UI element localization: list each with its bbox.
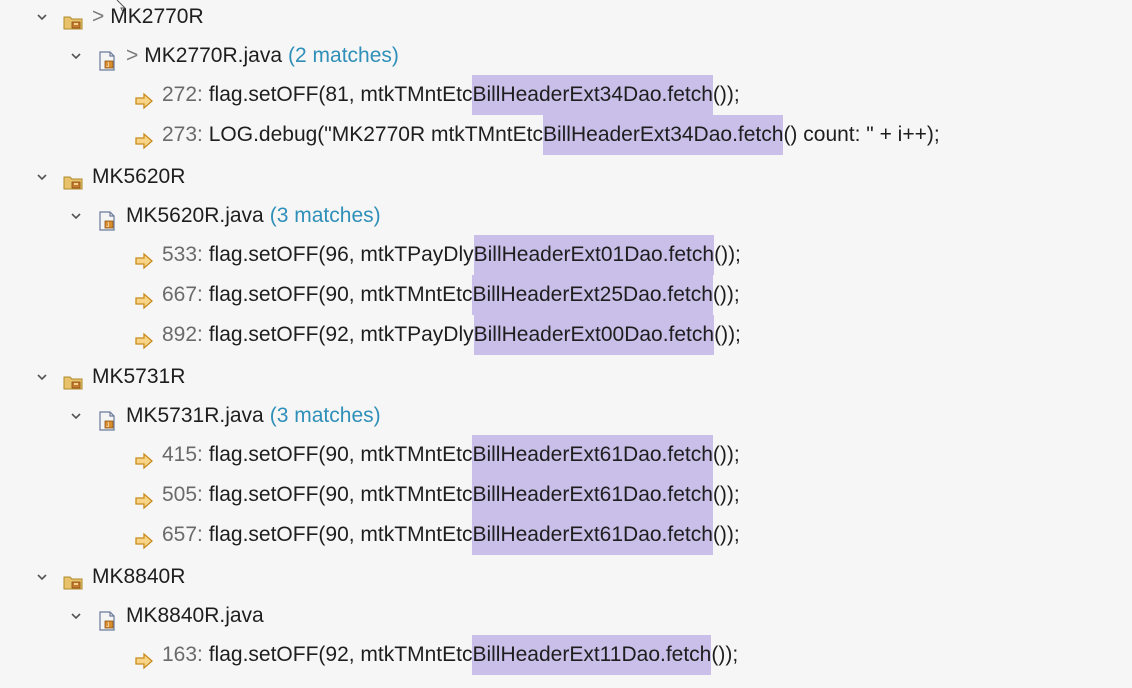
match-line[interactable]: 667: flag.setOFF(90, mtkTMntEtc BillHeade…: [134, 275, 740, 315]
code-before-match: flag.setOFF(90, mtkTMntEtc: [208, 483, 473, 506]
svg-text:J: J: [106, 223, 109, 229]
svg-text:J: J: [106, 63, 109, 69]
code-before-match: flag.setOFF(90, mtkTMntEtc: [208, 523, 473, 546]
chevron-down-icon[interactable]: [68, 196, 84, 236]
code-after-match: ());: [714, 243, 741, 266]
package-icon: [62, 167, 84, 190]
match-highlight: BillHeaderExt61Dao.fetch: [472, 435, 713, 475]
file-row[interactable]: J MK8840R.java: [68, 596, 264, 636]
file-name: MK5620R.java: [126, 204, 264, 227]
chevron-down-icon[interactable]: [68, 36, 84, 76]
match-line[interactable]: 533: flag.setOFF(96, mtkTPayDly BillHeade…: [134, 235, 741, 275]
line-number: 533:: [162, 243, 203, 266]
match-arrow-icon: [134, 245, 154, 270]
match-highlight: BillHeaderExt34Dao.fetch: [472, 75, 713, 115]
code-before-match: flag.setOFF(90, mtkTMntEtc: [208, 283, 473, 306]
match-line[interactable]: 272: flag.setOFF(81, mtkTMntEtc BillHeade…: [134, 75, 740, 115]
file-row[interactable]: J MK5620R.java (3 matches): [68, 196, 381, 236]
file-row[interactable]: J MK5731R.java (3 matches): [68, 396, 381, 436]
match-arrow-icon: [134, 325, 154, 350]
package-name: MK5731R: [92, 365, 186, 388]
dirty-marker: >: [92, 5, 105, 28]
chevron-down-icon[interactable]: [68, 396, 84, 436]
package-name: MK8840R: [92, 565, 186, 588]
match-arrow-icon: [134, 485, 154, 510]
chevron-down-icon[interactable]: [34, 557, 50, 597]
code-before-match: flag.setOFF(92, mtkTMntEtc: [208, 643, 473, 666]
line-number: 273:: [162, 123, 203, 146]
chevron-down-icon[interactable]: [34, 157, 50, 197]
match-arrow-icon: [134, 85, 154, 110]
match-arrow-icon: [134, 645, 154, 670]
code-before-match: flag.setOFF(96, mtkTPayDly: [208, 243, 474, 266]
match-highlight: BillHeaderExt34Dao.fetch: [542, 115, 784, 155]
match-count: (2 matches): [288, 44, 399, 67]
match-count: (3 matches): [269, 204, 381, 227]
line-number: 505:: [162, 483, 203, 506]
match-count: (3 matches): [269, 404, 381, 427]
code-after-match: ());: [712, 283, 740, 306]
code-before-match: LOG.debug("MK2770R mtkTMntEtc: [208, 123, 543, 146]
file-name: MK8840R.java: [126, 604, 264, 627]
file-row[interactable]: J > MK2770R.java (2 matches): [68, 36, 399, 76]
match-highlight: BillHeaderExt61Dao.fetch: [472, 515, 713, 555]
match-highlight: BillHeaderExt01Dao.fetch: [473, 235, 715, 275]
chevron-down-icon[interactable]: [34, 357, 50, 397]
file-name: MK5731R.java: [126, 404, 264, 427]
match-line[interactable]: 505: flag.setOFF(90, mtkTMntEtc BillHeade…: [134, 475, 740, 515]
code-after-match: ());: [714, 323, 741, 346]
line-number: 892:: [162, 323, 203, 346]
chevron-down-icon[interactable]: [34, 0, 50, 37]
package-icon: [62, 567, 84, 590]
match-line[interactable]: 892: flag.setOFF(92, mtkTPayDly BillHeade…: [134, 315, 741, 355]
code-after-match: ());: [712, 83, 740, 106]
match-line[interactable]: 273: LOG.debug("MK2770R mtkTMntEtc BillHe…: [134, 115, 940, 155]
line-number: 657:: [162, 523, 203, 546]
code-before-match: flag.setOFF(90, mtkTMntEtc: [208, 443, 473, 466]
match-highlight: BillHeaderExt00Dao.fetch: [473, 315, 715, 355]
package-icon: [62, 367, 84, 390]
code-after-match: ());: [712, 523, 740, 546]
mouse-cursor-icon: [116, 0, 127, 12]
package-name: MK5620R: [92, 165, 186, 188]
code-after-match: () count: " + i++);: [783, 123, 940, 146]
code-after-match: ());: [712, 443, 740, 466]
chevron-down-icon[interactable]: [68, 596, 84, 636]
svg-text:J: J: [106, 623, 109, 629]
code-before-match: flag.setOFF(92, mtkTPayDly: [208, 323, 474, 346]
match-highlight: BillHeaderExt25Dao.fetch: [472, 275, 713, 315]
line-number: 667:: [162, 283, 203, 306]
line-number: 415:: [162, 443, 203, 466]
java-file-icon: J: [96, 606, 118, 631]
svg-text:J: J: [106, 423, 109, 429]
code-before-match: flag.setOFF(81, mtkTMntEtc: [208, 83, 473, 106]
match-arrow-icon: [134, 125, 154, 150]
java-file-icon: J: [96, 406, 118, 431]
java-file-icon: J: [96, 206, 118, 231]
match-highlight: BillHeaderExt61Dao.fetch: [472, 475, 713, 515]
code-after-match: ());: [712, 483, 740, 506]
match-arrow-icon: [134, 285, 154, 310]
code-after-match: ());: [711, 643, 739, 666]
match-arrow-icon: [134, 445, 154, 470]
package-row[interactable]: MK5620R: [34, 157, 185, 197]
package-icon: [62, 7, 84, 30]
package-row[interactable]: MK5731R: [34, 357, 185, 397]
line-number: 163:: [162, 643, 203, 666]
package-row[interactable]: MK8840R: [34, 557, 185, 597]
dirty-marker: >: [126, 44, 139, 67]
match-arrow-icon: [134, 525, 154, 550]
match-line[interactable]: 163: flag.setOFF(92, mtkTMntEtc BillHeade…: [134, 635, 738, 675]
file-name: MK2770R.java: [144, 44, 283, 67]
match-highlight: BillHeaderExt11Dao.fetch: [472, 635, 712, 675]
java-file-icon: J: [96, 46, 118, 71]
match-line[interactable]: 657: flag.setOFF(90, mtkTMntEtc BillHeade…: [134, 515, 740, 555]
match-line[interactable]: 415: flag.setOFF(90, mtkTMntEtc BillHeade…: [134, 435, 740, 475]
line-number: 272:: [162, 83, 203, 106]
